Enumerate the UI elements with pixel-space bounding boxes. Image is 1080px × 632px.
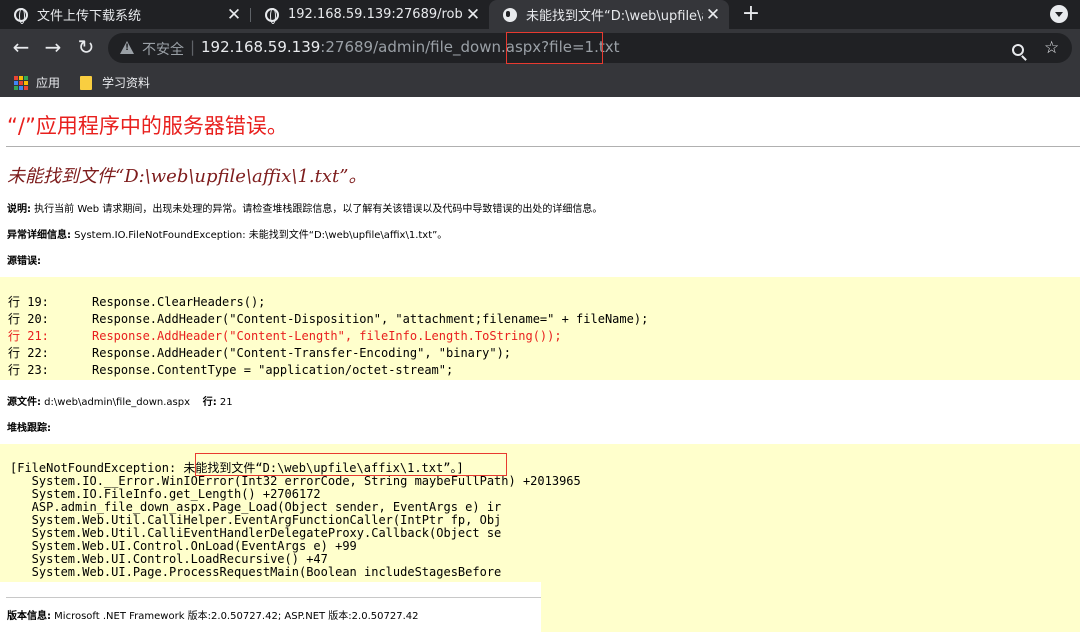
source-line-code-error: Response.AddHeader("Content-Length", fil… — [92, 329, 562, 343]
tab-error-page[interactable]: 未能找到文件“D:\web\upfile\affix\1.txt”。 ✕ — [489, 0, 729, 29]
version-label: 版本信息: — [7, 611, 51, 622]
close-icon[interactable]: ✕ — [703, 5, 723, 25]
close-icon[interactable]: ✕ — [224, 5, 244, 25]
line-label: 行: — [202, 397, 217, 408]
source-line-code: Response.AddHeader("Content-Transfer-Enc… — [92, 346, 512, 360]
tab-title: 文件上传下载系统 — [37, 9, 142, 24]
source-line-num: 行 19: — [8, 295, 49, 309]
stack-message-highlight — [195, 453, 507, 476]
exception-label: 异常详细信息: — [7, 230, 71, 241]
warning-icon[interactable] — [120, 41, 134, 54]
stack-line: System.Web.UI.Page.ProcessRequestMain(Bo… — [10, 565, 502, 579]
source-code-box: 行 19: Response.ClearHeaders(); 行 20: Res… — [0, 277, 1080, 380]
url-separator: | — [190, 38, 196, 56]
source-line-num: 行 23: — [8, 363, 49, 377]
line-value: 21 — [216, 397, 233, 408]
stack-line: System.IO.__Error.WinIOError(Int32 error… — [10, 474, 581, 488]
url-host: 192.168.59.139 — [201, 38, 321, 56]
description-text: 执行当前 Web 请求期间，出现未处理的异常。请检查堆栈跟踪信息，以了解有关该错… — [31, 204, 603, 215]
stack-line: System.Web.Util.CalliHelper.EventArgFunc… — [10, 513, 502, 527]
source-line-num-error: 行 21: — [8, 329, 49, 343]
bookmark-apps[interactable]: 应用 — [14, 74, 60, 91]
tab-file-system[interactable]: 文件上传下载系统 ✕ — [0, 0, 250, 29]
insecure-label[interactable]: 不安全 — [142, 39, 184, 59]
exception-text: System.IO.FileNotFoundException: 未能找到文件“… — [71, 230, 448, 241]
page-icon — [503, 7, 517, 22]
source-error-heading: 源错误: — [7, 256, 41, 267]
tab-title: 192.168.59.139:27689/robots.txt — [288, 7, 463, 22]
divider — [6, 146, 1080, 147]
zoom-icon[interactable] — [1012, 44, 1024, 56]
page-title: “/”应用程序中的服务器错误。 — [7, 114, 288, 138]
description-label: 说明: — [7, 204, 31, 215]
bookmarks-bar: 应用 学习资料 — [0, 67, 1080, 97]
stack-line: ASP.admin_file_down_aspx.Page_Load(Objec… — [10, 500, 502, 514]
stack-line: System.Web.UI.Control.OnLoad(EventArgs e… — [10, 539, 357, 553]
version-line: 版本信息: Microsoft .NET Framework 版本:2.0.50… — [7, 607, 418, 622]
source-file-line: 源文件: d:\web\admin\file_down.aspx 行: 21 — [7, 393, 233, 408]
stack-line: System.IO.FileInfo.get_Length() +2706172 — [10, 487, 321, 501]
error-subtitle: 未能找到文件“D:\web\upfile\affix\1.txt”。 — [7, 166, 367, 187]
new-tab-button[interactable]: + — [739, 2, 763, 26]
tab-strip: 文件上传下载系统 ✕ 192.168.59.139:27689/robots.t… — [0, 0, 1080, 29]
globe-icon — [265, 7, 279, 24]
exception-line: 异常详细信息: System.IO.FileNotFoundException:… — [7, 226, 447, 241]
url-param-highlight — [506, 32, 603, 64]
forward-button[interactable]: → — [41, 35, 65, 59]
source-file-path: d:\web\admin\file_down.aspx — [41, 397, 191, 408]
bookmark-folder-study[interactable]: 学习资料 — [80, 74, 150, 91]
bookmark-label: 应用 — [36, 76, 61, 90]
page-content: “/”应用程序中的服务器错误。 未能找到文件“D:\web\upfile\aff… — [0, 97, 1080, 632]
version-text: Microsoft .NET Framework 版本:2.0.50727.42… — [51, 611, 419, 622]
description-line: 说明: 执行当前 Web 请求期间，出现未处理的异常。请检查堆栈跟踪信息，以了解… — [7, 200, 602, 215]
tab-title: 未能找到文件“D:\web\upfile\affix\1.txt”。 — [526, 9, 703, 24]
source-line-num: 行 20: — [8, 312, 49, 326]
overlay-panel — [541, 500, 1080, 632]
source-line-code: Response.ClearHeaders(); — [92, 295, 266, 309]
apps-icon — [14, 75, 28, 90]
tab-robots[interactable]: 192.168.59.139:27689/robots.txt ✕ — [251, 0, 489, 29]
bookmark-label: 学习资料 — [102, 76, 151, 90]
back-button[interactable]: ← — [9, 35, 33, 59]
source-line-num: 行 22: — [8, 346, 49, 360]
bookmark-star-icon[interactable]: ☆ — [1044, 38, 1059, 58]
globe-icon — [14, 7, 28, 24]
stack-trace-heading: 堆栈跟踪: — [7, 423, 51, 434]
source-file-label: 源文件: — [7, 397, 41, 408]
source-line-code: Response.AddHeader("Content-Disposition"… — [92, 312, 649, 326]
tab-search-icon[interactable] — [1050, 5, 1068, 23]
reload-button[interactable]: ↻ — [74, 35, 98, 59]
source-line-code: Response.ContentType = "application/octe… — [92, 363, 454, 377]
stack-line: System.Web.Util.CalliEventHandlerDelegat… — [10, 526, 502, 540]
close-icon[interactable]: ✕ — [463, 5, 483, 25]
folder-icon — [80, 75, 92, 90]
stack-line: System.Web.UI.Control.LoadRecursive() +4… — [10, 552, 328, 566]
divider — [6, 597, 541, 598]
